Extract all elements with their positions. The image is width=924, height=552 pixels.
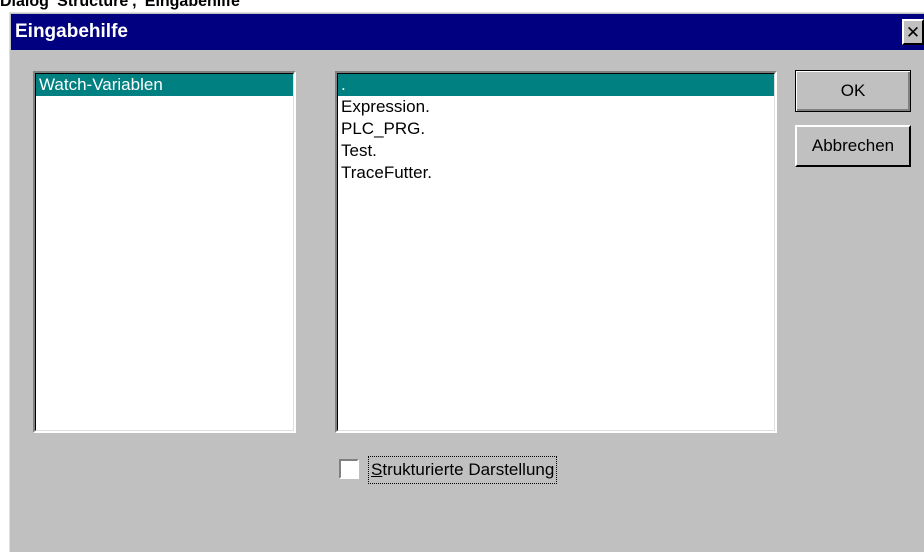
cancel-button-label: Abbrechen — [811, 136, 895, 155]
entry-item-expression[interactable]: Expression. — [338, 96, 774, 118]
close-button[interactable]: ✕ — [902, 19, 924, 45]
dialog-titlebar[interactable]: Eingabehilfe ✕ — [11, 14, 924, 50]
structured-view-label[interactable]: Strukturierte Darstellung — [368, 456, 558, 484]
cancel-button[interactable]: Abbrechen — [795, 125, 911, 167]
dialog-title: Eingabehilfe — [15, 21, 128, 42]
ok-button[interactable]: OK — [795, 70, 911, 112]
entry-item-plc-prg[interactable]: PLC_PRG. — [338, 118, 774, 140]
category-listbox[interactable]: Watch-Variablen — [33, 71, 296, 433]
entry-item-tracefutter[interactable]: TraceFutter. — [338, 162, 774, 184]
category-item-watch-variablen[interactable]: Watch-Variablen — [36, 74, 293, 96]
ok-button-label: OK — [840, 81, 866, 100]
entry-item-test[interactable]: Test. — [338, 140, 774, 162]
entry-item-root[interactable]: . — [338, 74, 774, 96]
entry-listbox[interactable]: . Expression. PLC_PRG. Test. TraceFutter… — [335, 71, 777, 433]
structured-view-checkbox[interactable] — [339, 459, 359, 479]
structured-view-label-text: trukturierte Darstellung — [382, 460, 555, 479]
structured-view-mnemonic: S — [371, 460, 383, 479]
eingabehilfe-dialog: Eingabehilfe ✕ Watch-Variablen . Express… — [9, 12, 924, 552]
close-icon: ✕ — [905, 22, 921, 42]
